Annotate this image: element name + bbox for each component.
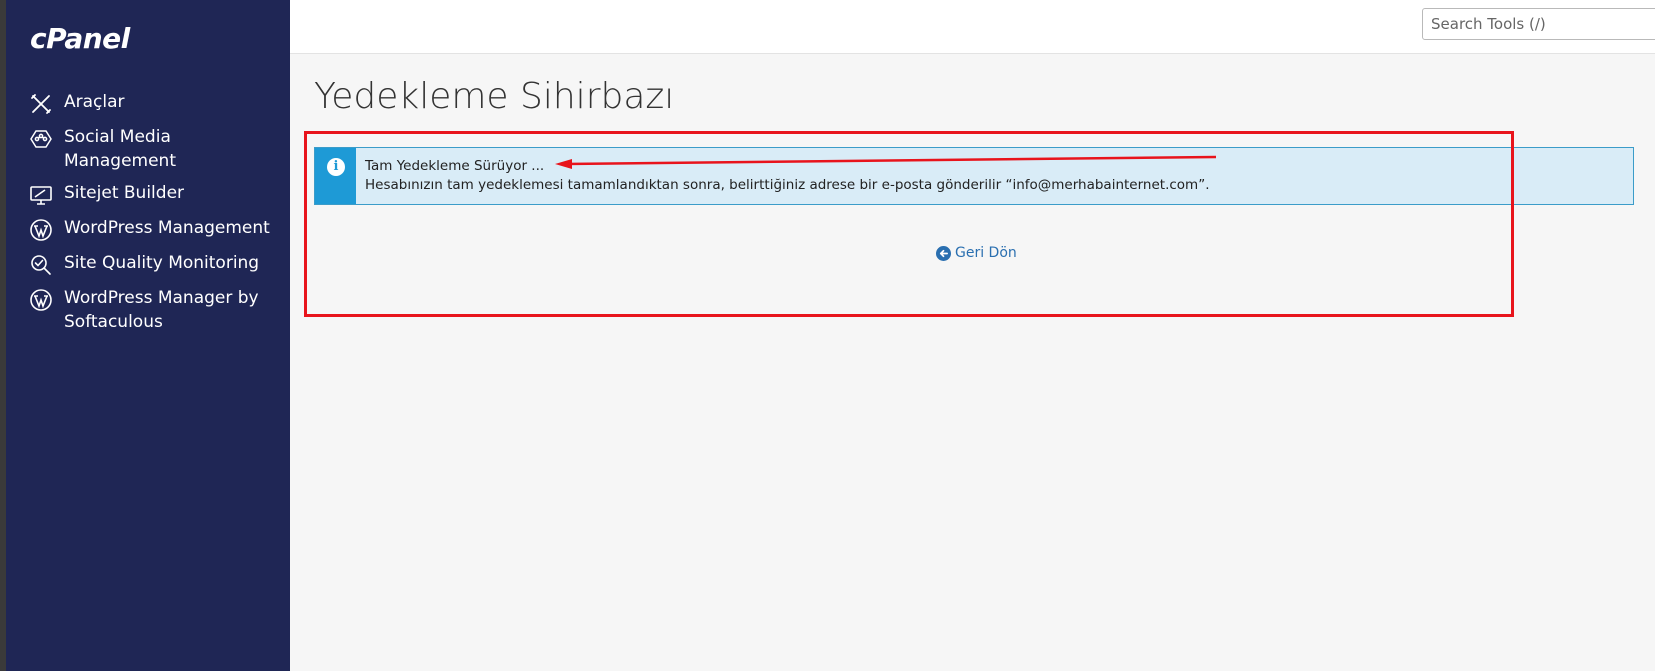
site-quality-icon bbox=[28, 252, 54, 278]
sidebar-item-site-quality[interactable]: Site Quality Monitoring bbox=[6, 247, 290, 282]
sidebar-nav: Araçlar Social Media Management Sitejet … bbox=[6, 86, 290, 338]
sidebar-item-araclar[interactable]: Araçlar bbox=[6, 86, 290, 121]
sidebar-item-sitejet[interactable]: Sitejet Builder bbox=[6, 177, 290, 212]
search-tools-input[interactable] bbox=[1422, 8, 1655, 40]
page-title: Yedekleme Sihirbazı bbox=[314, 76, 675, 117]
sidebar-item-social-media[interactable]: Social Media Management bbox=[6, 121, 290, 177]
annotation-highlight-box bbox=[304, 131, 1514, 317]
sidebar-item-wordpress-management[interactable]: WordPress Management bbox=[6, 212, 290, 247]
sidebar-item-label: WordPress Manager by Softaculous bbox=[64, 288, 259, 332]
wordpress-icon bbox=[28, 287, 54, 313]
sidebar-item-label: Sitejet Builder bbox=[64, 183, 185, 203]
tools-icon bbox=[28, 91, 54, 117]
cpanel-logo[interactable]: cPanel bbox=[30, 22, 130, 55]
sidebar-item-wordpress-manager-softaculous[interactable]: WordPress Manager by Softaculous bbox=[6, 282, 290, 338]
social-media-icon bbox=[28, 126, 54, 152]
sitejet-icon bbox=[28, 182, 54, 208]
sidebar-item-label: Araçlar bbox=[64, 92, 125, 112]
sidebar: cPanel Araçlar Social Media Management S… bbox=[6, 0, 290, 671]
sidebar-item-label: WordPress Management bbox=[64, 218, 270, 238]
wordpress-icon bbox=[28, 217, 54, 243]
sidebar-item-label: Social Media Management bbox=[64, 127, 176, 171]
sidebar-item-label: Site Quality Monitoring bbox=[64, 253, 260, 273]
